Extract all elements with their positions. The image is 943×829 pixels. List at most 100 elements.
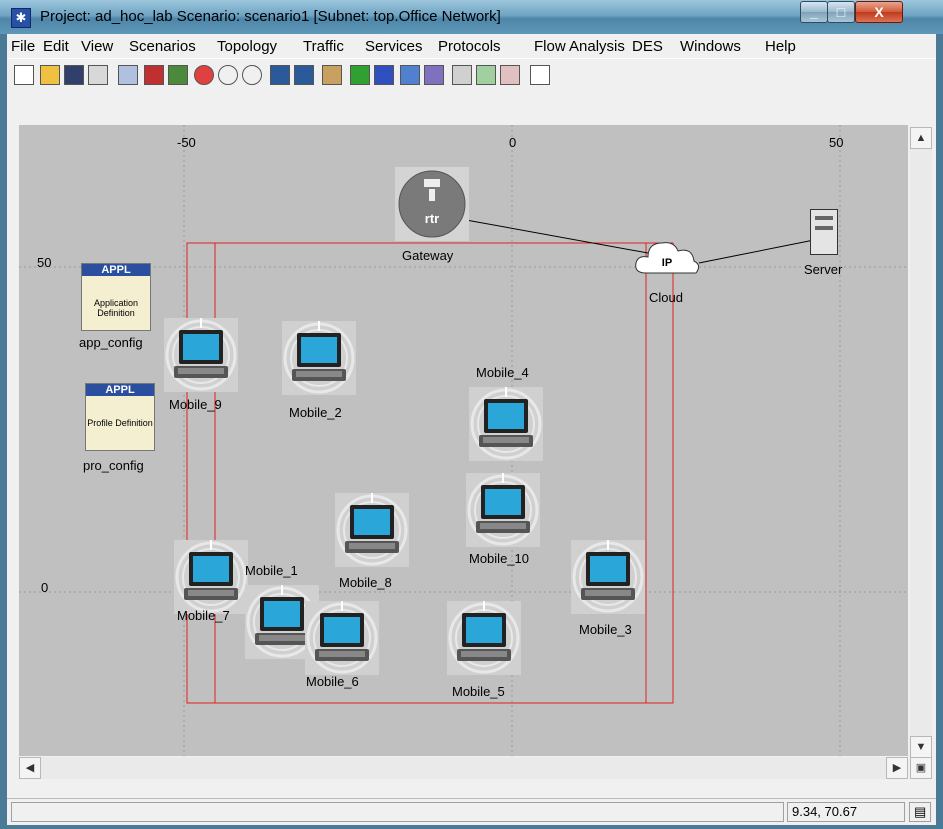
menu-windows[interactable]: Windows xyxy=(680,38,741,55)
menu-topology[interactable]: Topology xyxy=(217,38,277,55)
topology-icon[interactable] xyxy=(424,65,444,85)
laptop-icon xyxy=(164,310,238,392)
laptop-icon xyxy=(571,532,645,614)
coordinates-readout: 9.34, 70.67 xyxy=(787,802,905,822)
mobile-label: Mobile_8 xyxy=(339,575,392,590)
vertical-scrollbar[interactable]: ▲ ▼ xyxy=(910,127,932,758)
laptop-icon xyxy=(282,313,356,395)
server-bay-icon xyxy=(815,226,833,230)
svg-text:rtr: rtr xyxy=(425,211,439,226)
scroll-right-button[interactable]: ▶ xyxy=(886,757,908,779)
mobile-label: Mobile_2 xyxy=(289,405,342,420)
menu-protocols[interactable]: Protocols xyxy=(438,38,501,55)
network-canvas[interactable]: -50 0 50 50 0 rtr Gateway IP Cloud Serve… xyxy=(19,125,908,756)
object-palette-icon[interactable] xyxy=(118,65,138,85)
menu-view[interactable]: View xyxy=(81,38,113,55)
check-links-icon[interactable] xyxy=(144,65,164,85)
new-icon[interactable] xyxy=(14,65,34,85)
mobile-node[interactable] xyxy=(282,313,356,395)
zoom-in-icon[interactable] xyxy=(218,65,238,85)
status-icon[interactable]: ▤ xyxy=(909,802,931,822)
mobile-label: Mobile_9 xyxy=(169,397,222,412)
minimize-button[interactable]: _ xyxy=(800,1,828,23)
mobile-label: Mobile_7 xyxy=(177,608,230,623)
y-tick-0: 0 xyxy=(41,580,49,595)
cloud-label: Cloud xyxy=(649,290,683,305)
open-folder-icon[interactable] xyxy=(40,65,60,85)
app-config-label: app_config xyxy=(79,335,143,350)
info-icon[interactable] xyxy=(530,65,550,85)
menu-traffic[interactable]: Traffic xyxy=(303,38,344,55)
mobile-label: Mobile_1 xyxy=(245,563,298,578)
pro-config-caption: Profile Definition xyxy=(87,418,153,428)
server-node[interactable] xyxy=(810,209,838,255)
status-bar: 9.34, 70.67 ▤ xyxy=(7,798,936,825)
save-icon[interactable] xyxy=(64,65,84,85)
mobile-label: Mobile_3 xyxy=(579,622,632,637)
corner-button[interactable]: ▣ xyxy=(910,757,932,779)
laptop-icon xyxy=(469,379,543,461)
mobile-node[interactable] xyxy=(174,532,248,614)
app-config-node[interactable]: APPL Application Definition xyxy=(81,263,151,331)
ace-icon[interactable] xyxy=(270,65,290,85)
satellite-router-icon: rtr xyxy=(398,170,466,238)
zoom-out-icon[interactable] xyxy=(242,65,262,85)
server-icon xyxy=(815,216,833,220)
appl-badge: APPL xyxy=(82,264,150,276)
menu-flow-analysis[interactable]: Flow Analysis xyxy=(534,38,625,55)
hide-graphs-icon[interactable] xyxy=(452,65,472,85)
menu-des[interactable]: DES xyxy=(632,38,663,55)
link-cloud-server[interactable] xyxy=(698,239,815,264)
svg-text:IP: IP xyxy=(662,257,672,269)
close-button[interactable]: X xyxy=(855,1,903,23)
run-simulation-icon[interactable] xyxy=(350,65,370,85)
link-gateway-cloud[interactable] xyxy=(465,219,660,256)
print-icon[interactable] xyxy=(88,65,108,85)
analysis-icon[interactable] xyxy=(476,65,496,85)
menu-scenarios[interactable]: Scenarios xyxy=(129,38,196,55)
title-bar[interactable]: ✱ Project: ad_hoc_lab Scenario: scenario… xyxy=(0,0,943,34)
scroll-left-button[interactable]: ◀ xyxy=(19,757,41,779)
app-config-caption: Application Definition xyxy=(93,298,139,318)
x-tick-minus50: -50 xyxy=(177,135,196,150)
vne-icon[interactable] xyxy=(294,65,314,85)
mobile-node[interactable] xyxy=(305,593,379,675)
status-message-pane xyxy=(11,802,784,822)
mobile-label: Mobile_10 xyxy=(469,551,529,566)
horizontal-scrollbar[interactable]: ◀ ▶ xyxy=(19,757,908,779)
verify-links-icon[interactable] xyxy=(168,65,188,85)
pro-config-label: pro_config xyxy=(83,458,144,473)
appl-badge: APPL xyxy=(86,384,154,396)
server-label: Server xyxy=(804,262,843,277)
mobile-node[interactable] xyxy=(469,379,543,461)
x-tick-0: 0 xyxy=(509,135,517,150)
maximize-button[interactable]: □ xyxy=(827,1,855,23)
laptop-icon xyxy=(447,593,521,675)
mobile-node[interactable] xyxy=(571,532,645,614)
chart-icon[interactable] xyxy=(500,65,520,85)
menu-file[interactable]: File xyxy=(11,38,35,55)
mobile-node[interactable] xyxy=(335,485,409,567)
mobile-node[interactable] xyxy=(164,310,238,392)
menu-bar: File Edit View Scenarios Topology Traffi… xyxy=(7,34,936,58)
mobile-label: Mobile_4 xyxy=(476,365,529,380)
scroll-up-button[interactable]: ▲ xyxy=(910,127,932,149)
gateway-node[interactable]: rtr xyxy=(395,167,469,241)
failure-icon[interactable] xyxy=(194,65,214,85)
grid-icon[interactable] xyxy=(400,65,420,85)
scroll-down-button[interactable]: ▼ xyxy=(910,736,932,758)
pro-config-node[interactable]: APPL Profile Definition xyxy=(85,383,155,451)
toolbar xyxy=(7,58,936,92)
gateway-label: Gateway xyxy=(402,248,454,263)
menu-edit[interactable]: Edit xyxy=(43,38,69,55)
menu-help[interactable]: Help xyxy=(765,38,796,55)
x-tick-50: 50 xyxy=(829,135,844,150)
mobile-node[interactable] xyxy=(447,593,521,675)
cloud-icon: IP xyxy=(635,242,700,274)
configure-traffic-icon[interactable] xyxy=(322,65,342,85)
view-results-icon[interactable] xyxy=(374,65,394,85)
menu-services[interactable]: Services xyxy=(365,38,423,55)
window-title: Project: ad_hoc_lab Scenario: scenario1 … xyxy=(40,8,501,25)
mobile-node[interactable] xyxy=(466,465,540,547)
ip-cloud-node[interactable]: IP xyxy=(632,233,702,283)
